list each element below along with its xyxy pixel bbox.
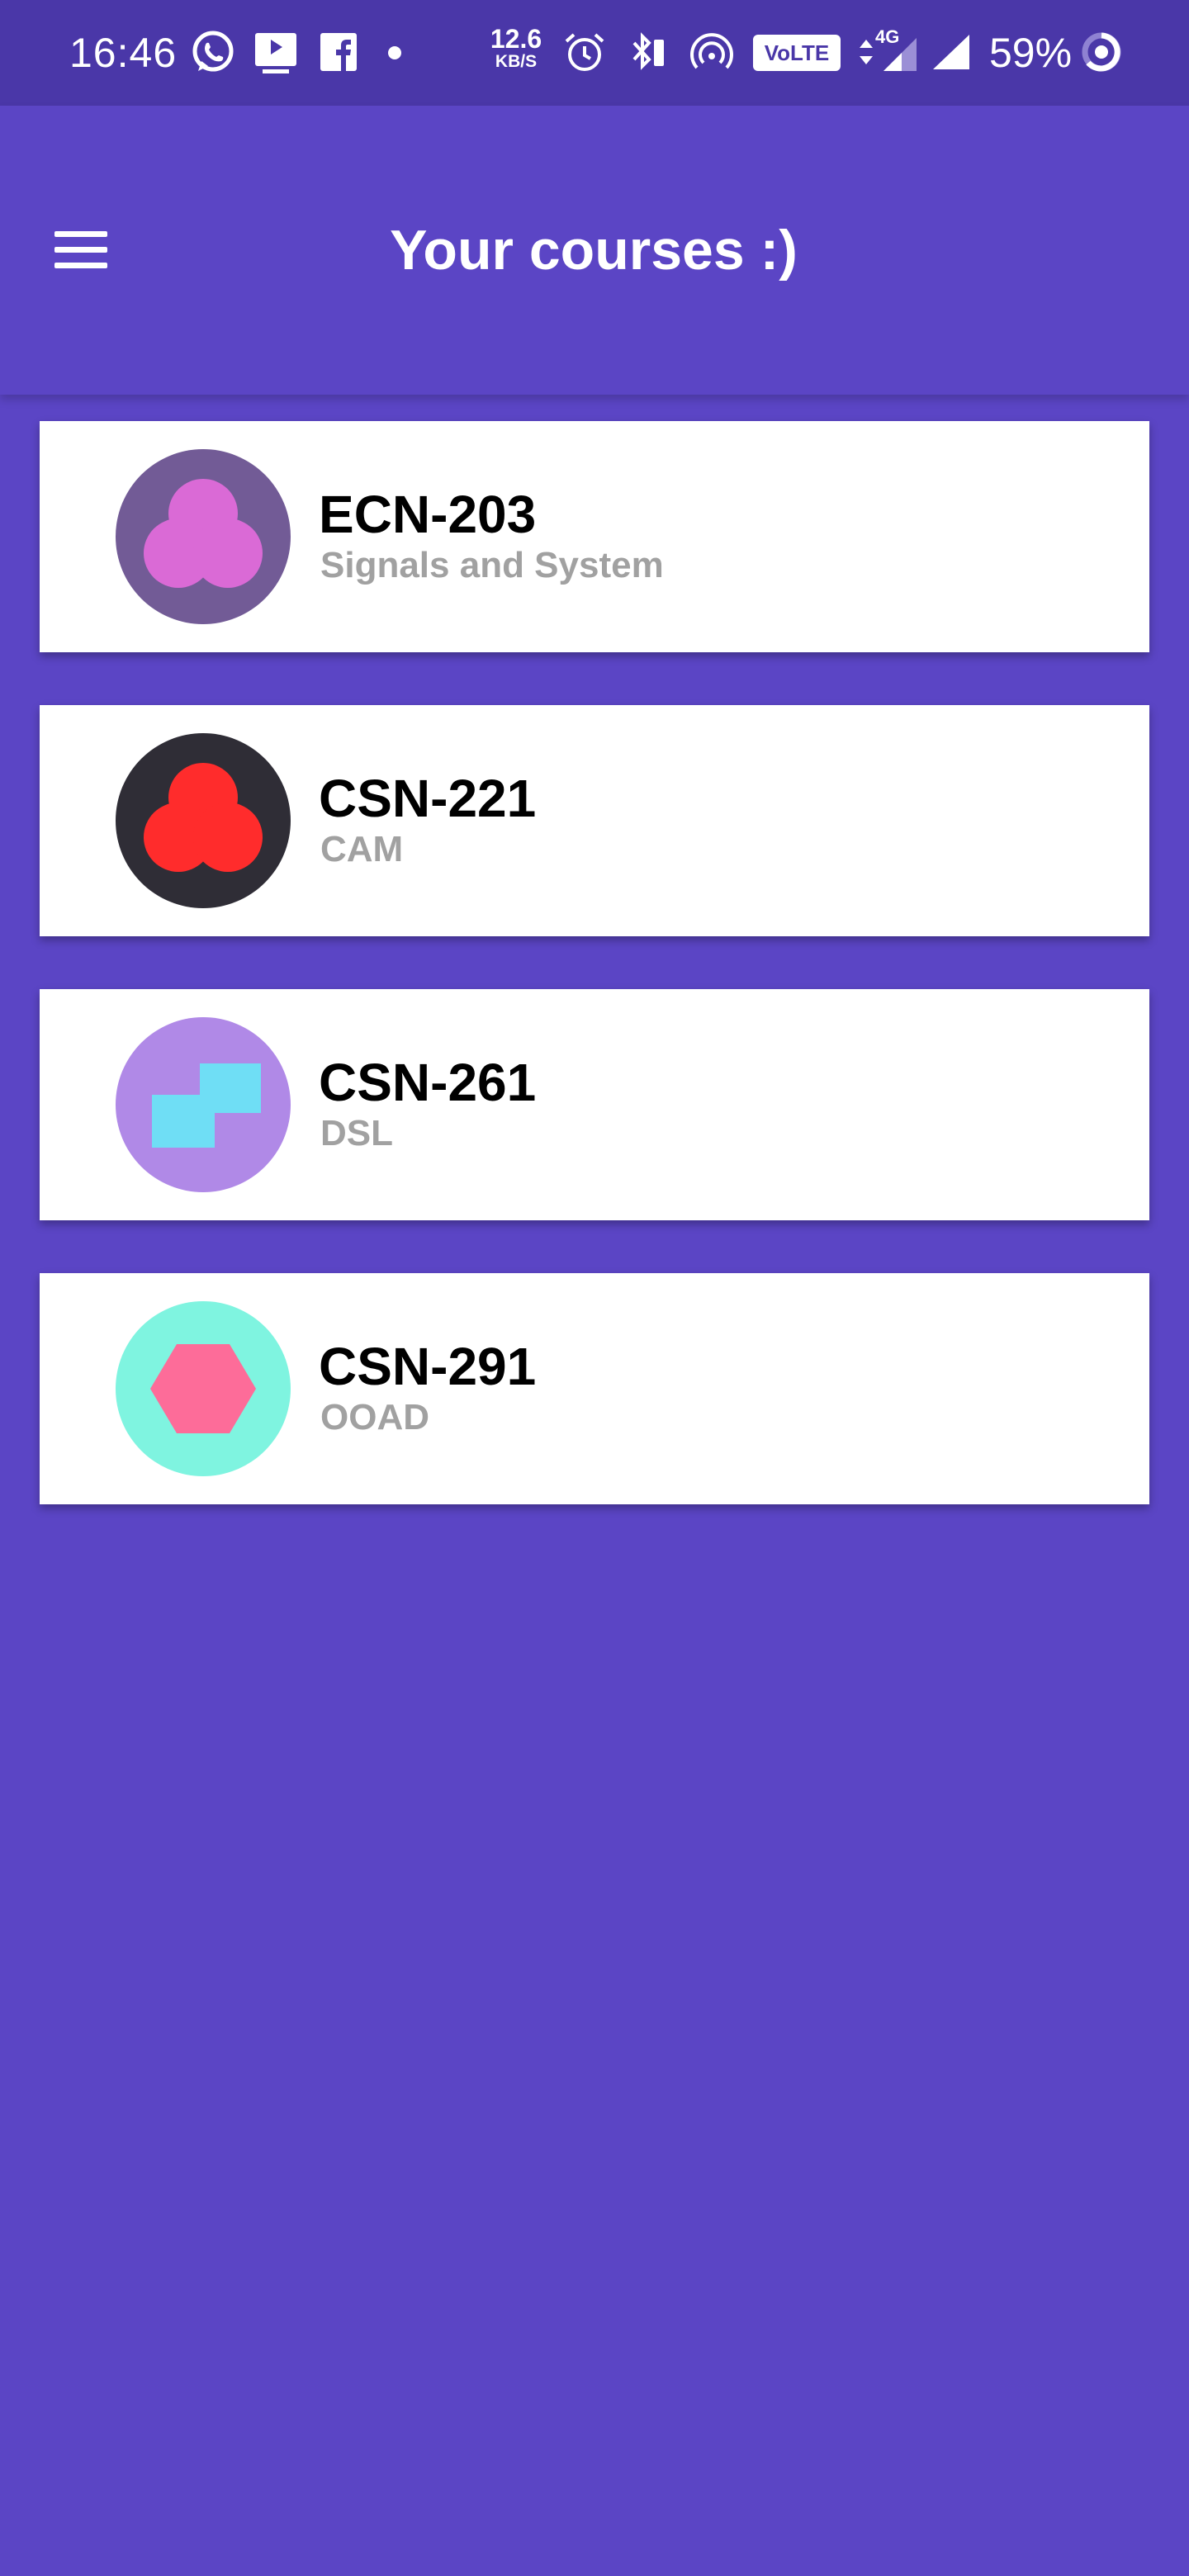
facebook-icon	[315, 28, 362, 76]
course-code: CSN-261	[319, 1053, 537, 1112]
battery-icon	[1078, 28, 1125, 76]
net-speed-value: 12.6	[490, 24, 542, 54]
course-card[interactable]: ECN-203 Signals and System	[40, 421, 1149, 652]
trefoil-icon	[116, 449, 291, 624]
course-code: CSN-221	[319, 769, 537, 828]
battery-percent: 59%	[989, 30, 1073, 76]
app-bar: Your courses :)	[0, 106, 1189, 395]
course-list: ECN-203 Signals and System CSN-221 CAM C…	[40, 421, 1149, 1557]
net-speed: 12.6 KB/S	[489, 25, 543, 71]
signal-icon	[928, 28, 974, 76]
hexagon-icon	[116, 1301, 291, 1476]
course-code: CSN-291	[319, 1337, 537, 1396]
signal-4g-icon	[877, 28, 923, 76]
hotspot-icon	[689, 28, 735, 76]
youtube-icon	[253, 28, 299, 76]
course-code: ECN-203	[319, 485, 537, 544]
course-name: Signals and System	[320, 545, 664, 585]
alarm-icon	[561, 28, 608, 76]
course-card[interactable]: CSN-221 CAM	[40, 705, 1149, 936]
course-name: OOAD	[320, 1397, 429, 1437]
course-name: CAM	[320, 829, 404, 869]
course-name: DSL	[320, 1113, 393, 1153]
page-title: Your courses :)	[0, 213, 1189, 287]
net-speed-unit: KB/S	[495, 52, 538, 71]
trefoil-icon	[116, 733, 291, 908]
stepped-blocks-icon	[116, 1017, 291, 1192]
status-time: 16:46	[69, 30, 178, 76]
bluetooth-icon	[624, 28, 670, 76]
whatsapp-icon	[190, 28, 236, 76]
page-title-text: Your courses :)	[390, 219, 798, 282]
volte-badge: VoLTE	[753, 35, 841, 71]
course-card[interactable]: CSN-291 OOAD	[40, 1273, 1149, 1504]
course-card[interactable]: CSN-261 DSL	[40, 989, 1149, 1220]
status-bar: 16:46 12.6 KB/S VoLTE 4G 59%	[0, 0, 1189, 106]
notification-more-dot-icon	[388, 46, 401, 59]
